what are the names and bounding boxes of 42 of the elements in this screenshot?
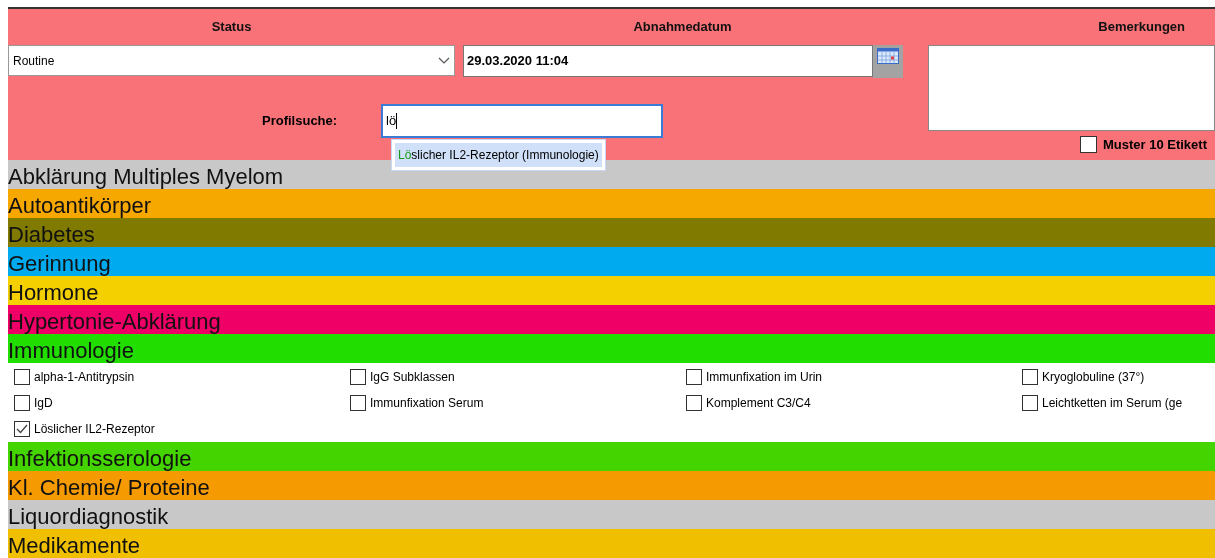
checkbox[interactable] (686, 395, 702, 411)
checkbox-label: Löslicher IL2-Rezeptor (34, 421, 155, 438)
category-bar[interactable]: Hypertonie-Abklärung (8, 305, 1215, 334)
column-header: Bemerkungen (1098, 18, 1185, 37)
checkbox-label: Kryoglobuline (37°) (1042, 369, 1145, 386)
category-bar[interactable]: Immunologie (8, 334, 1215, 363)
category-bar[interactable]: Medikamente (8, 529, 1215, 558)
checkbox[interactable] (1079, 136, 1097, 154)
category-bar[interactable]: Hormone (8, 276, 1215, 305)
remarks-field[interactable] (928, 45, 1215, 131)
category-bar[interactable]: Diabetes (8, 218, 1215, 247)
checkbox-label: Immunfixation im Urin (706, 369, 823, 386)
category-bar[interactable]: Kl. Chemie/ Proteine (8, 471, 1215, 500)
suggestion-item[interactable]: Löslicher IL2-Rezeptor (Immunologie) (395, 143, 602, 167)
checkbox[interactable] (1022, 369, 1038, 385)
checkbox-label: Muster 10 Etikett (1102, 136, 1207, 154)
checkmark-icon (16, 424, 28, 434)
checkbox[interactable] (686, 369, 702, 385)
column-header: Status (211, 18, 252, 37)
checkbox-label: Immunfixation Serum (370, 395, 484, 412)
checkbox-label: Komplement C3/C4 (706, 395, 811, 412)
checkbox-label: IgG Subklassen (370, 369, 455, 386)
checkbox[interactable] (14, 395, 30, 411)
calendar-button[interactable] (873, 45, 903, 78)
checkbox-label: IgD (34, 395, 53, 412)
checkbox[interactable] (1022, 395, 1038, 411)
category-bar[interactable]: Gerinnung (8, 247, 1215, 276)
checkbox[interactable] (350, 369, 366, 385)
date-field[interactable]: 29.03.2020 11:04 (463, 45, 873, 77)
category-bar[interactable]: Autoantikörper (8, 189, 1215, 218)
profile-search-field[interactable]: lö (381, 104, 663, 138)
checkbox[interactable] (14, 421, 30, 437)
checkbox-label: Leichtketten im Serum (ge (1042, 395, 1183, 412)
checkbox-label: alpha-1-Antitrypsin (34, 369, 135, 386)
calendar-icon (877, 48, 899, 64)
category-bar[interactable]: Infektionsserologie (8, 442, 1215, 471)
checkbox[interactable] (350, 395, 366, 411)
category-bar[interactable]: Liquordiagnostik (8, 500, 1215, 529)
column-header: Abnahmedatum (633, 18, 732, 37)
chevron-down-icon (438, 56, 450, 65)
checkbox[interactable] (14, 369, 30, 385)
status-select[interactable]: Routine (8, 45, 455, 76)
